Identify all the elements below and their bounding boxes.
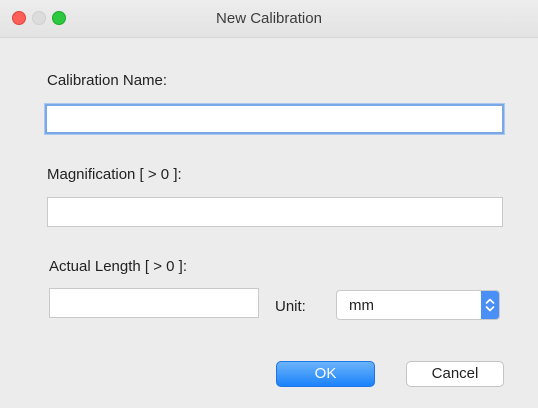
calibration-name-label: Calibration Name: [47,72,168,89]
chevron-up-down-icon[interactable] [481,291,499,319]
title-bar: New Calibration [0,0,538,38]
ok-button[interactable]: OK [276,361,375,387]
calibration-name-input[interactable] [45,104,504,134]
cancel-button[interactable]: Cancel [406,361,504,387]
unit-label: Unit: [275,298,306,315]
window-title: New Calibration [216,10,322,27]
actual-length-label: Actual Length [ > 0 ]: [49,258,188,275]
actual-length-input[interactable] [49,288,259,318]
magnification-input[interactable] [47,197,503,227]
new-calibration-dialog: New Calibration Calibration Name: Magnif… [0,0,538,408]
unit-select[interactable]: mm [336,290,500,320]
chevron-up-down-icon-graphic [485,298,495,312]
magnification-label: Magnification [ > 0 ]: [47,166,182,183]
unit-select-value: mm [349,297,374,314]
